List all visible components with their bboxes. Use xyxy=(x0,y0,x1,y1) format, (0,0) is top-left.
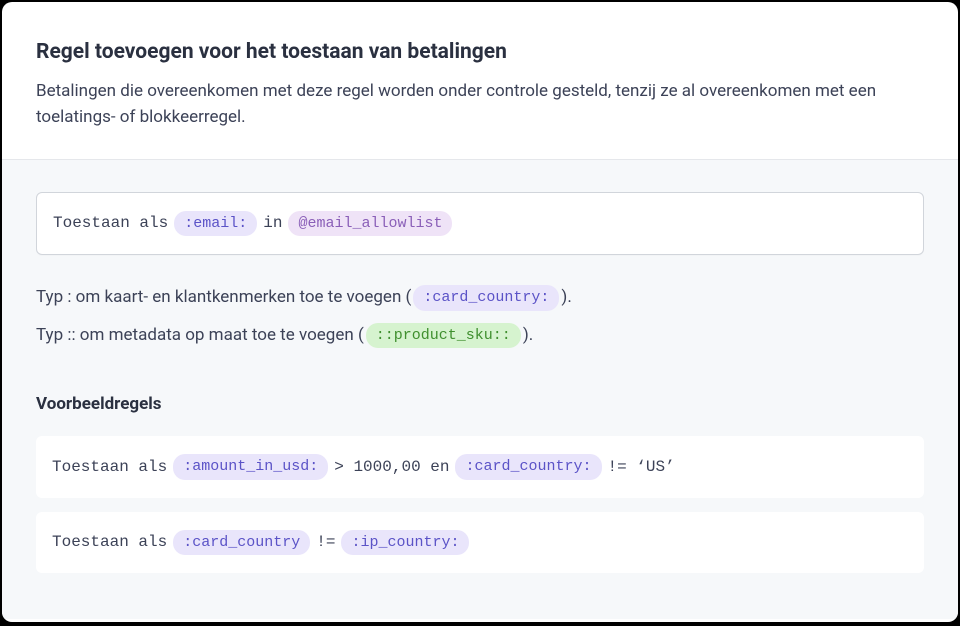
body: Toestaan als :email: in @email_allowlist… xyxy=(2,160,958,620)
rule-prefix: Toestaan als xyxy=(53,214,168,232)
token-allowlist[interactable]: @email_allowlist xyxy=(288,211,452,237)
token-card-country: :card_country xyxy=(173,530,310,556)
example-text: != ‘US’ xyxy=(608,458,675,476)
rule-editor-card: Regel toevoegen voor het toestaan van be… xyxy=(2,2,958,622)
hint-pill-product-sku: ::product_sku:: xyxy=(366,323,521,349)
token-email[interactable]: :email: xyxy=(174,211,257,237)
page-subtitle: Betalingen die overeenkomen met deze reg… xyxy=(36,78,924,131)
token-ip-country: :ip_country: xyxy=(341,530,469,556)
hint-text: ). xyxy=(523,323,533,349)
example-rule-2[interactable]: Toestaan als :card_country != :ip_countr… xyxy=(36,512,924,574)
example-prefix: Toestaan als xyxy=(52,458,167,476)
token-amount-in-usd: :amount_in_usd: xyxy=(173,454,328,480)
examples-heading: Voorbeeldregels xyxy=(36,394,924,414)
hint-metadata: Typ :: om metadata op maat toe te voegen… xyxy=(36,323,924,349)
hint-text: Typ :: om metadata op maat toe te voegen… xyxy=(36,323,364,349)
header: Regel toevoegen voor het toestaan van be… xyxy=(2,2,958,160)
rule-connector: in xyxy=(263,214,282,232)
token-card-country: :card_country: xyxy=(455,454,601,480)
rule-input[interactable]: Toestaan als :email: in @email_allowlist xyxy=(36,192,924,256)
example-rule-1[interactable]: Toestaan als :amount_in_usd: > 1000,00 e… xyxy=(36,436,924,498)
example-text: > 1000,00 en xyxy=(334,458,449,476)
hint-text: Typ : om kaart- en klantkenmerken toe te… xyxy=(36,285,411,311)
hint-text: ). xyxy=(561,285,571,311)
hint-attributes: Typ : om kaart- en klantkenmerken toe te… xyxy=(36,285,924,311)
example-text: != xyxy=(316,533,335,551)
page-title: Regel toevoegen voor het toestaan van be… xyxy=(36,40,924,64)
example-prefix: Toestaan als xyxy=(52,533,167,551)
hint-pill-card-country: :card_country: xyxy=(413,285,559,311)
